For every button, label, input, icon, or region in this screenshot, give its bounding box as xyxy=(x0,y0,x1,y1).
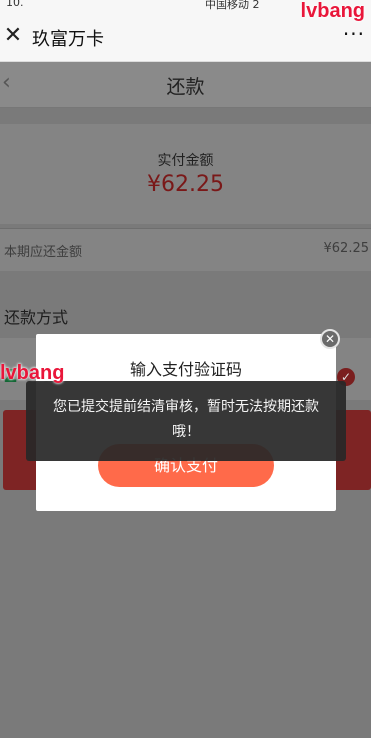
close-icon[interactable]: ✕ xyxy=(2,22,24,50)
dialog-close-icon[interactable]: ✕ xyxy=(320,329,340,349)
watermark: lvbang xyxy=(300,0,365,22)
app-title: 玖富万卡 xyxy=(32,29,104,50)
watermark-left: lvbang xyxy=(0,362,65,384)
amount-value: ¥62.25 xyxy=(147,172,224,197)
due-amount-label: 本期应还金额 xyxy=(4,245,83,260)
toast-message: 您已提交提前结清审核，暂时无法按期还款哦！ xyxy=(26,381,346,461)
page-header: ‹ 还款 xyxy=(0,62,371,108)
payment-method-label: 还款方式 xyxy=(4,308,69,327)
toast-text: 您已提交提前结清审核，暂时无法按期还款哦！ xyxy=(53,399,319,440)
dialog-title: 输入支付验证码 xyxy=(129,360,242,379)
status-carrier: 中国移动 2 xyxy=(205,0,260,11)
amount-card: 实付金额 ¥62.25 xyxy=(0,124,371,224)
due-amount-value: ¥62.25 xyxy=(323,241,370,256)
due-amount-row: 本期应还金额 ¥62.25 xyxy=(0,229,371,271)
more-icon[interactable]: ··· xyxy=(343,22,365,46)
status-time: 10. xyxy=(6,0,24,9)
page-title: 还款 xyxy=(166,76,205,98)
amount-label: 实付金额 xyxy=(157,153,214,169)
